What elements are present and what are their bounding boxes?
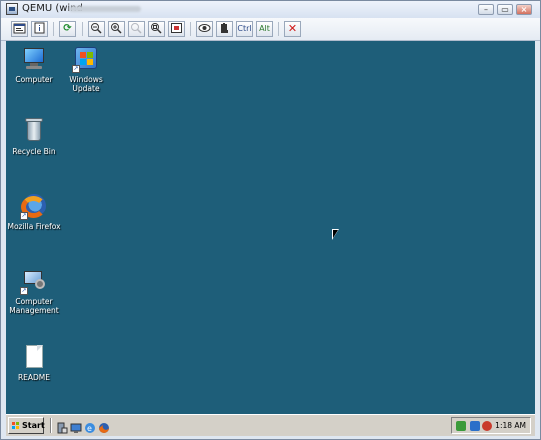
info-icon <box>34 22 45 34</box>
toolbar: ⟳ Ctrl Alt ✕ <box>1 18 540 41</box>
desktop-icon-label: Windows Update <box>69 75 103 93</box>
recycle-bin-icon <box>20 117 48 145</box>
toolbar-separator <box>190 22 191 36</box>
title-redaction <box>69 6 141 12</box>
fullscreen-icon <box>171 23 182 33</box>
quit-button[interactable]: ✕ <box>284 21 301 37</box>
taskbar: Start e 1:18 AM <box>6 414 535 436</box>
desktop-icon-label: README <box>17 373 51 382</box>
internet-explorer-icon: e <box>85 423 95 433</box>
ctrl-key-button[interactable]: Ctrl <box>236 21 253 37</box>
hand-icon <box>221 23 228 33</box>
title-bar[interactable]: QEMU (wind – ▭ × <box>1 1 540 19</box>
desktop-icon-label: Computer Management <box>9 297 59 315</box>
desktop-icon-computer-management[interactable]: ↗ Computer Management <box>3 267 65 315</box>
close-icon: ✕ <box>287 22 298 35</box>
windows-logo-icon <box>12 422 20 430</box>
firefox-icon <box>99 423 109 433</box>
computer-icon <box>20 45 48 73</box>
zoom-out-icon <box>91 23 102 34</box>
close-button[interactable]: × <box>516 4 532 15</box>
shortcut-arrow-icon: ↗ <box>72 65 80 73</box>
guest-desktop[interactable]: Computer ↗ Windows Update Recycle Bin ↗ … <box>6 41 535 414</box>
show-desktop-quicklaunch[interactable] <box>70 419 82 433</box>
show-desktop-icon <box>70 423 82 433</box>
server-manager-icon <box>57 422 68 434</box>
action-center-icon[interactable] <box>470 421 480 431</box>
server-manager-quicklaunch[interactable] <box>56 419 68 434</box>
desktop-icon-label: Mozilla Firefox <box>7 222 61 231</box>
taskbar-clock[interactable]: 1:18 AM <box>495 421 526 430</box>
network-icon[interactable] <box>456 421 466 431</box>
system-tray: 1:18 AM <box>451 417 531 434</box>
taskbar-separator <box>50 418 52 433</box>
volume-muted-icon[interactable] <box>482 421 492 431</box>
zoom-in-button[interactable] <box>108 21 125 37</box>
zoom-fit-button[interactable] <box>148 21 165 37</box>
properties-icon <box>13 23 26 34</box>
zoom-out-button[interactable] <box>88 21 105 37</box>
start-button[interactable]: Start <box>8 417 45 434</box>
refresh-icon: ⟳ <box>63 23 72 34</box>
zoom-reset-button[interactable] <box>128 21 145 37</box>
firefox-quicklaunch[interactable] <box>98 419 110 433</box>
mouse-pointer-icon <box>332 229 339 240</box>
zoom-in-icon <box>111 23 122 34</box>
desktop-icon-mozilla-firefox[interactable]: ↗ Mozilla Firefox <box>3 192 65 231</box>
desktop-icon-recycle-bin[interactable]: Recycle Bin <box>3 117 65 156</box>
document-icon <box>20 343 48 371</box>
info-button[interactable] <box>31 21 48 37</box>
toolbar-separator <box>82 22 83 36</box>
computer-management-icon: ↗ <box>20 267 48 295</box>
zoom-fit-icon <box>151 23 162 34</box>
restore-button[interactable]: ▭ <box>497 4 513 15</box>
reset-button[interactable]: ⟳ <box>59 21 76 37</box>
properties-button[interactable] <box>11 21 28 37</box>
shortcut-arrow-icon: ↗ <box>20 212 28 220</box>
windows-update-icon: ↗ <box>72 45 100 73</box>
alt-key-button[interactable]: Alt <box>256 21 273 37</box>
qemu-app-icon <box>6 3 18 15</box>
start-label: Start <box>22 421 45 430</box>
grab-keyboard-button[interactable] <box>216 21 233 37</box>
desktop-icon-windows-update[interactable]: ↗ Windows Update <box>55 45 117 93</box>
toolbar-separator <box>53 22 54 36</box>
desktop-icon-readme[interactable]: README <box>3 343 65 382</box>
zoom-reset-icon <box>131 23 142 34</box>
minimize-button[interactable]: – <box>478 4 494 15</box>
grab-mouse-button[interactable] <box>196 21 213 37</box>
internet-explorer-quicklaunch[interactable]: e <box>84 419 96 433</box>
desktop-icon-label: Recycle Bin <box>12 147 56 156</box>
firefox-icon: ↗ <box>20 192 48 220</box>
eye-icon <box>198 24 211 32</box>
toolbar-separator <box>278 22 279 36</box>
shortcut-arrow-icon: ↗ <box>20 287 28 295</box>
fullscreen-button[interactable] <box>168 21 185 37</box>
qemu-window: QEMU (wind – ▭ × ⟳ Ctrl Alt ✕ Computer ↗… <box>0 0 541 440</box>
svg-text:e: e <box>87 424 92 433</box>
